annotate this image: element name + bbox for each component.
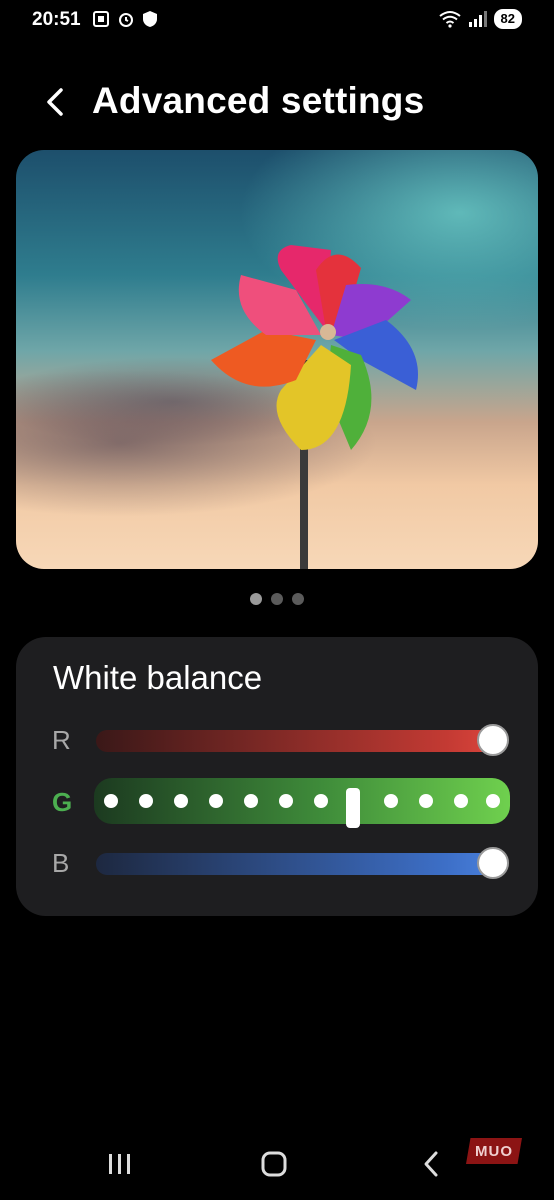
signal-icon	[468, 11, 487, 27]
page-title: Advanced settings	[92, 80, 425, 121]
shield-icon	[143, 11, 157, 27]
red-channel-row: R	[16, 721, 538, 761]
watermark-logo: MUO	[466, 1138, 522, 1164]
green-step-dot	[279, 794, 293, 808]
green-step-dot	[209, 794, 223, 808]
white-balance-title: White balance	[53, 659, 263, 696]
green-step-dot	[174, 794, 188, 808]
pager-dot[interactable]	[292, 593, 304, 605]
nav-back-button[interactable]	[412, 1148, 452, 1180]
pinwheel-image	[211, 245, 418, 569]
pager-dot[interactable]	[250, 593, 262, 605]
screen-record-icon	[93, 11, 109, 27]
green-channel-row: G	[16, 778, 538, 828]
red-slider-thumb[interactable]	[477, 724, 509, 756]
red-channel-label: R	[52, 725, 71, 755]
green-step-dot	[244, 794, 258, 808]
green-slider-track[interactable]	[94, 778, 510, 824]
green-step-dot	[454, 794, 468, 808]
green-slider-thumb[interactable]	[346, 788, 360, 828]
white-balance-card: White balance R G B	[16, 637, 538, 916]
green-step-dot	[384, 794, 398, 808]
green-step-dot	[486, 794, 500, 808]
status-time: 20:51	[32, 9, 81, 30]
home-icon	[261, 1151, 287, 1177]
preview-pager[interactable]	[0, 593, 554, 605]
green-step-dot	[139, 794, 153, 808]
recents-icon	[109, 1154, 130, 1174]
blue-slider-track[interactable]	[96, 853, 508, 875]
home-button[interactable]	[254, 1148, 294, 1180]
blue-channel-label: B	[52, 848, 70, 878]
battery-level: 82	[493, 9, 522, 29]
alarm-icon	[119, 13, 133, 27]
green-step-dot	[314, 794, 328, 808]
recents-button[interactable]	[100, 1148, 140, 1180]
green-channel-label: G	[52, 787, 73, 817]
blue-slider-thumb[interactable]	[477, 847, 509, 879]
back-button[interactable]	[38, 84, 74, 120]
wifi-icon	[438, 11, 461, 28]
blue-channel-row: B	[16, 844, 538, 884]
green-step-dot	[104, 794, 118, 808]
red-slider-track[interactable]	[96, 730, 508, 752]
preview-image[interactable]	[16, 150, 538, 569]
green-step-dot	[419, 794, 433, 808]
status-bar: 20:51 82	[0, 0, 554, 42]
pager-dot[interactable]	[271, 593, 283, 605]
back-icon	[424, 1151, 438, 1177]
chevron-left-icon	[47, 88, 63, 116]
app-header: Advanced settings	[0, 72, 554, 132]
